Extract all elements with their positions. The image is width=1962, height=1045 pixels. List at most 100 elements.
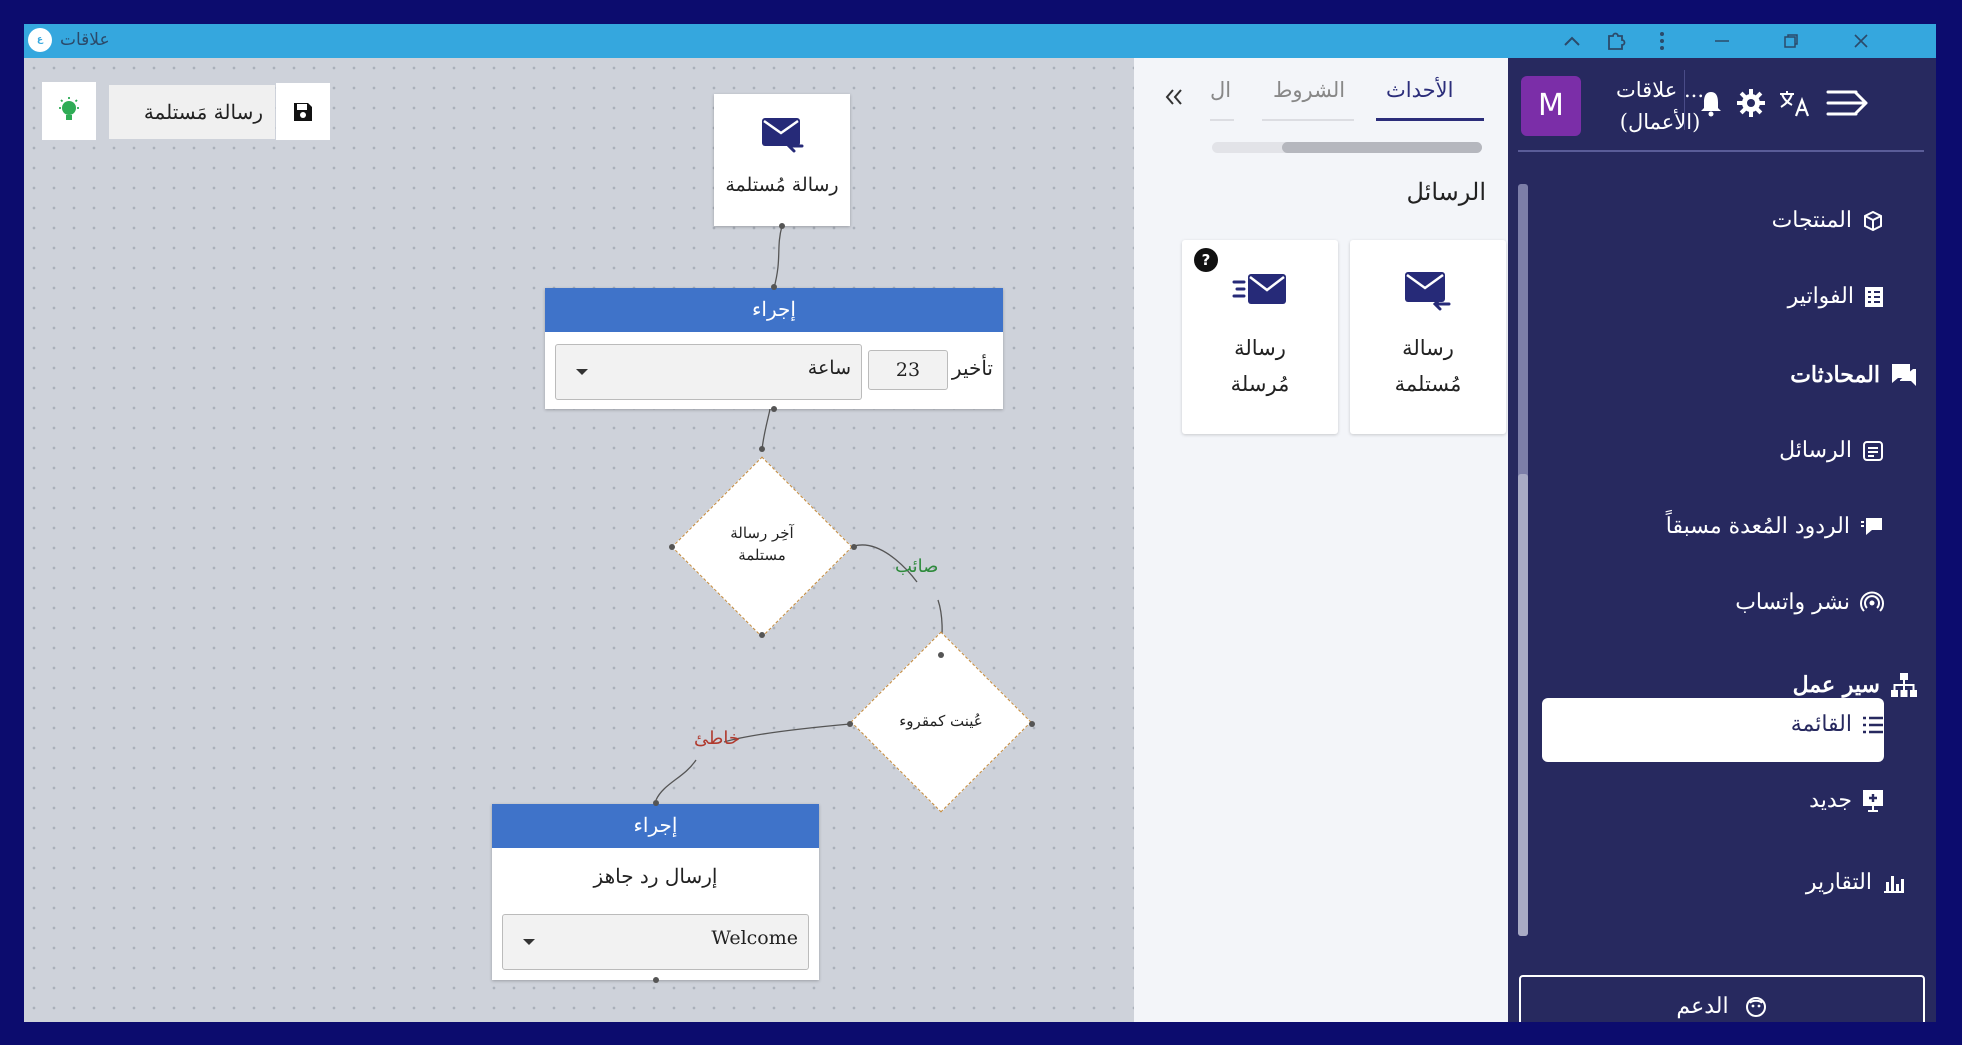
action-node-send-reply[interactable]: إجراء إرسال رد جاهز Welcome: [492, 804, 819, 980]
more-vertical-icon[interactable]: [1647, 26, 1677, 56]
sidebar-item-label: نشر واتساب: [1735, 590, 1850, 615]
sidebar-item-products[interactable]: المنتجات: [1772, 208, 1884, 233]
sidebar-item-label: الفواتير: [1787, 284, 1854, 309]
connector-dot[interactable]: [669, 544, 675, 550]
save-button[interactable]: [276, 83, 330, 140]
extension-icon[interactable]: [1601, 26, 1631, 56]
gear-icon[interactable]: [1734, 86, 1768, 120]
chat-icon: [1890, 362, 1918, 388]
event-card-line-2: مُرسلة: [1230, 372, 1290, 396]
action-node-header: إجراء: [492, 804, 819, 848]
sidebar-item-whatsapp-broadcast[interactable]: نشر واتساب: [1735, 590, 1884, 615]
tabs-scrollbar-thumb[interactable]: [1282, 142, 1482, 153]
connector-dot[interactable]: [851, 544, 857, 550]
org-name[interactable]: علاقات ... (الأعمال): [1616, 74, 1704, 138]
workflow-icon: [1890, 672, 1918, 698]
window-title: علاقات: [60, 30, 110, 50]
sidebar-item-canned-replies[interactable]: الردود المُعدة مسبقاً: [1666, 514, 1884, 539]
collapse-panel-icon[interactable]: [1164, 88, 1184, 106]
restore-icon[interactable]: [1776, 26, 1806, 56]
event-card-label: رسالة مُستلمة: [1350, 330, 1506, 402]
save-icon: [294, 102, 312, 121]
connector-dot[interactable]: [771, 406, 777, 412]
translate-icon[interactable]: [1778, 86, 1812, 120]
action-node-delay[interactable]: إجراء تأخير 23 ساعة: [545, 288, 1003, 409]
lightbulb-icon: [59, 97, 79, 120]
sidebar: M علاقات ... (الأعمال) المنتجات الفواتير…: [1508, 58, 1936, 1022]
connector-dot[interactable]: [938, 652, 944, 658]
node-library-panel: الأحداث الشروط ال الرسائل رسالة مُستلمة: [1134, 58, 1508, 1022]
sidebar-item-reports[interactable]: التقارير: [1806, 870, 1906, 895]
connector-dot[interactable]: [759, 446, 765, 452]
sidebar-item-invoices[interactable]: الفواتير: [1788, 284, 1884, 309]
action-label: إرسال رد جاهز: [593, 864, 718, 888]
condition-line-2: مستلمة: [738, 546, 786, 564]
sidebar-scrollbar-thumb[interactable]: [1518, 474, 1528, 936]
tabs-scrollbar[interactable]: [1212, 142, 1482, 153]
sidebar-scrollbar[interactable]: [1518, 184, 1528, 936]
minimize-icon[interactable]: [1707, 26, 1737, 56]
sidebar-group-workflow[interactable]: سير عمل: [1793, 672, 1918, 698]
app-logo: ع: [28, 28, 52, 52]
event-card-received[interactable]: رسالة مُستلمة: [1350, 240, 1506, 434]
tab-conditions[interactable]: الشروط: [1273, 78, 1345, 102]
connector-dot[interactable]: [771, 284, 777, 290]
sidebar-item-messages[interactable]: الرسائل: [1779, 438, 1884, 463]
chart-icon: [1882, 872, 1906, 894]
event-card-line-1: رسالة: [1402, 336, 1454, 360]
canned-reply-select[interactable]: Welcome: [502, 914, 809, 970]
header-divider: [1684, 70, 1685, 130]
sidebar-item-label: المحادثات: [1790, 362, 1880, 388]
delay-unit-select[interactable]: ساعة: [555, 344, 862, 400]
support-agent-icon: [1744, 995, 1768, 1019]
sidebar-item-workflow-new[interactable]: جديد: [1809, 788, 1884, 813]
event-card-sent[interactable]: ? رسالة مُرسلة: [1182, 240, 1338, 434]
mail-send-icon: [1232, 272, 1290, 308]
canned-reply-value: Welcome: [711, 927, 798, 949]
workflow-canvas[interactable]: رسالة مُستلمة إجراء تأخير 23 ساعة آخِر ر…: [24, 58, 1134, 1022]
bell-icon[interactable]: [1694, 86, 1728, 120]
event-card-line-2: مُستلمة: [1394, 372, 1462, 396]
tab-actions[interactable]: ال: [1210, 78, 1231, 102]
delay-value-input[interactable]: 23: [868, 350, 948, 390]
menu-toggle-icon[interactable]: [1824, 86, 1872, 120]
connector-dot[interactable]: [1029, 721, 1035, 727]
delay-label: تأخير: [951, 356, 993, 380]
avatar[interactable]: M: [1521, 76, 1581, 136]
list-icon: [1862, 716, 1884, 734]
false-edge-label: خاطئ: [694, 728, 740, 749]
section-title: الرسائل: [1406, 178, 1487, 206]
support-button[interactable]: الدعم: [1519, 975, 1925, 1022]
message-icon: [1862, 440, 1884, 462]
help-icon[interactable]: ?: [1194, 248, 1218, 272]
connector-dot[interactable]: [847, 721, 853, 727]
sidebar-item-label: المنتجات: [1771, 208, 1852, 233]
app-window: ع علاقات رسالة مَستلمة رسالة مُستلمة إجر…: [24, 24, 1936, 1022]
support-label: الدعم: [1676, 994, 1729, 1019]
connector-dot[interactable]: [653, 977, 659, 983]
close-icon[interactable]: [1846, 26, 1876, 56]
trigger-node[interactable]: رسالة مُستلمة: [714, 94, 850, 226]
add-icon: [1862, 789, 1884, 813]
sidebar-item-label: سير عمل: [1792, 672, 1880, 698]
workflow-name-input[interactable]: [109, 85, 275, 139]
mail-receive-icon: [760, 116, 804, 154]
sidebar-group-conversations[interactable]: المحادثات: [1790, 362, 1918, 388]
org-name-title: علاقات ...: [1616, 78, 1704, 102]
event-card-line-1: رسالة: [1234, 336, 1286, 360]
collapse-up-icon[interactable]: [1557, 26, 1587, 56]
true-edge-label: صائب: [895, 556, 939, 577]
canned-reply-icon: [1860, 516, 1884, 538]
connector-dot[interactable]: [759, 632, 765, 638]
tab-indicator: [1262, 119, 1354, 121]
tab-events[interactable]: الأحداث: [1386, 78, 1453, 102]
dropdown-arrow-icon: [576, 369, 588, 375]
action-node-header: إجراء: [545, 288, 1003, 332]
org-name-subtitle: (الأعمال): [1619, 110, 1701, 134]
sidebar-item-workflow-list[interactable]: القائمة: [1791, 712, 1884, 737]
connector-dot[interactable]: [779, 223, 785, 229]
sidebar-item-label: القائمة: [1790, 712, 1852, 737]
hint-button[interactable]: [42, 82, 96, 140]
connector-dot[interactable]: [653, 800, 659, 806]
event-card-label: رسالة مُرسلة: [1182, 330, 1338, 402]
